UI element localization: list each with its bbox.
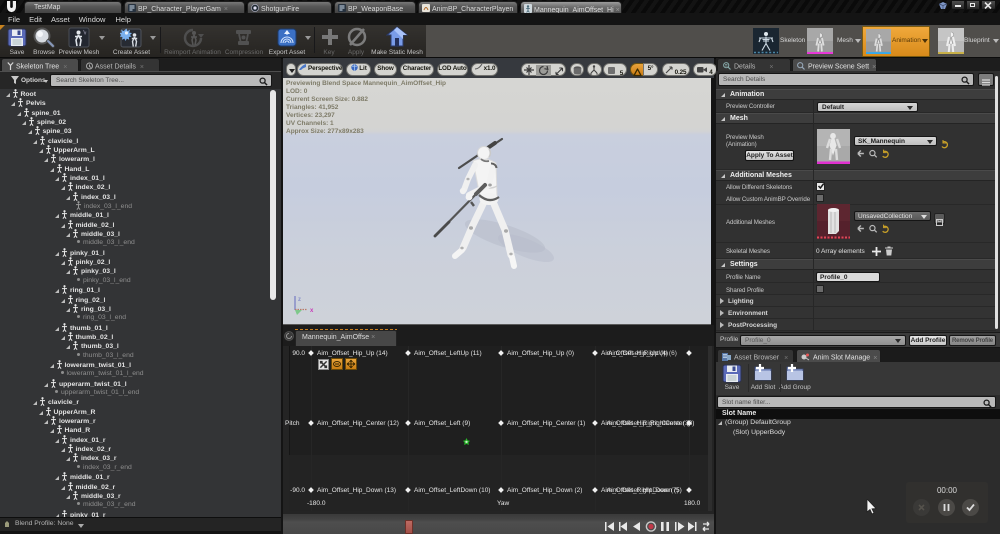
svg-text:x: x xyxy=(310,308,314,314)
svg-text:z: z xyxy=(298,297,301,303)
